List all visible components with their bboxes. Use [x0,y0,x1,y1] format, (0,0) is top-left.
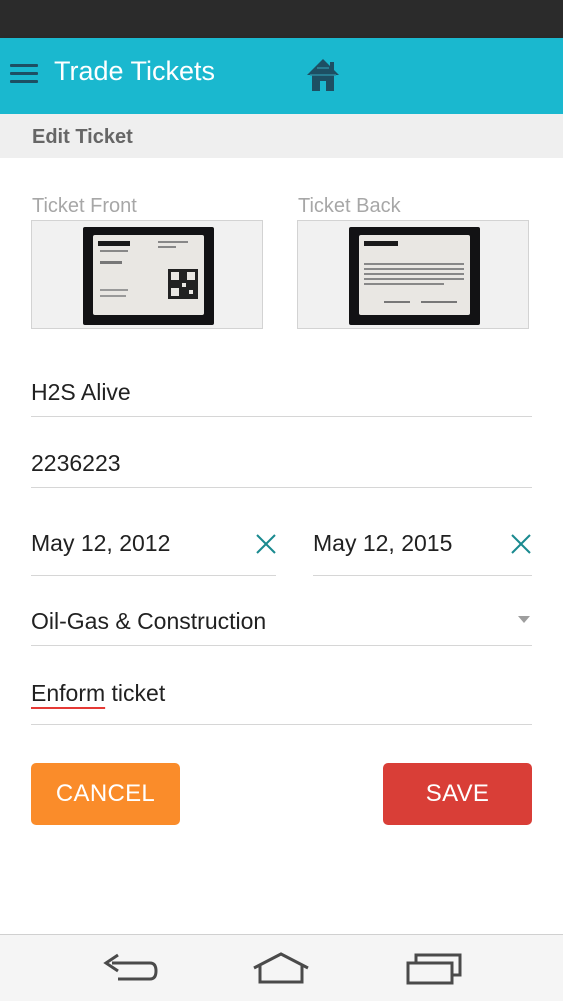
notes-word-spellcheck: Enform [31,680,106,706]
expiry-date-value: May 12, 2015 [313,530,453,556]
clear-expiry-date-icon[interactable] [509,532,533,556]
ticket-number-field[interactable]: 2236223 [31,441,532,488]
notes-field[interactable]: Enform ticket [31,670,532,725]
cancel-button[interactable]: CANCEL [31,763,180,825]
clear-issue-date-icon[interactable] [254,532,278,556]
app-bar: Trade Tickets [0,38,563,114]
save-button[interactable]: SAVE [383,763,532,825]
ticket-name-field[interactable]: H2S Alive [31,370,532,417]
ticket-front-image[interactable] [31,220,263,329]
ticket-back-label: Ticket Back [298,195,401,217]
page-title: Edit Ticket [32,126,133,148]
ticket-name-value: H2S Alive [31,379,131,405]
ticket-front-label: Ticket Front [32,195,137,217]
nav-home-icon[interactable] [251,949,311,989]
notes-word: ticket [105,680,166,706]
app-title: Trade Tickets [54,56,216,86]
dropdown-arrow-icon [518,616,530,623]
subheader: Edit Ticket [0,114,563,158]
category-dropdown[interactable]: Oil-Gas & Construction [31,598,532,646]
menu-icon[interactable] [10,64,38,84]
system-nav-bar [0,934,563,1001]
ticket-back-photo [349,227,480,325]
issue-date-field[interactable]: May 12, 2012 [31,520,276,576]
back-icon[interactable] [100,949,160,989]
status-bar [0,0,563,38]
expiry-date-field[interactable]: May 12, 2015 [313,520,532,576]
ticket-front-photo [83,227,214,325]
ticket-back-image[interactable] [297,220,529,329]
home-icon[interactable] [305,56,341,94]
issue-date-value: May 12, 2012 [31,530,171,556]
ticket-number-value: 2236223 [31,450,121,476]
recents-icon[interactable] [404,949,464,989]
notes-value: Enform ticket [31,680,165,707]
category-value: Oil-Gas & Construction [31,608,267,634]
